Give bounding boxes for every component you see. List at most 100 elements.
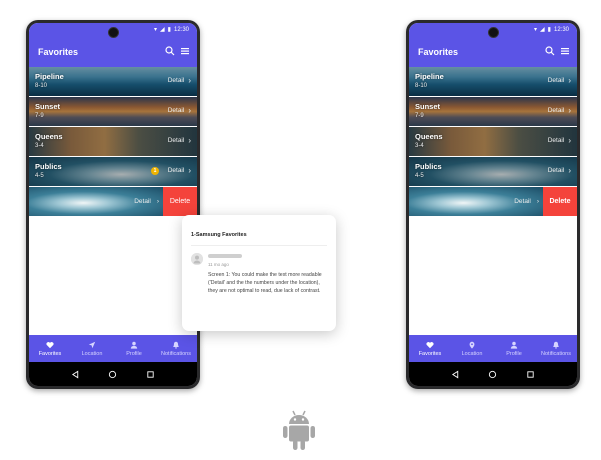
nav-notifications[interactable]: Notifications (535, 335, 577, 362)
item-numbers: 4-5 (35, 173, 44, 179)
chevron-right-icon: › (568, 165, 571, 175)
signal-icon: ◢ (540, 27, 545, 33)
bell-icon (173, 341, 179, 349)
list-item-queens[interactable]: Queens 3-4 Detail › (29, 127, 197, 156)
delete-button[interactable]: Delete (163, 187, 197, 216)
comment-badge[interactable]: 1 (151, 167, 159, 175)
list-item-pipeline[interactable]: Pipeline 8-10 Detail › (409, 67, 577, 96)
favorites-list: Pipeline 8-10 Detail › Sunset 7-9 Detail ›… (29, 67, 197, 216)
list-item-sunset[interactable]: Sunset 7-9 Detail › (29, 97, 197, 126)
search-icon[interactable] (165, 46, 175, 56)
nav-label: Location (461, 350, 483, 357)
android-robot-icon (283, 410, 315, 450)
detail-label: Detail (167, 137, 185, 144)
detail-label: Detail (547, 167, 565, 174)
chevron-right-icon: › (536, 198, 539, 205)
chevron-right-icon: › (568, 135, 571, 145)
back-icon[interactable] (71, 370, 80, 379)
detail-label: Detail (167, 77, 185, 84)
chevron-right-icon: › (188, 165, 191, 175)
item-numbers: 8-10 (35, 83, 48, 89)
delete-button[interactable]: Delete (543, 187, 577, 216)
battery-icon: ▮ (547, 27, 551, 33)
list-item-swiped[interactable]: Detail › Delete (409, 187, 577, 216)
app-bar: ▾ ◢ ▮ 12:30 Favorites (29, 23, 197, 67)
chevron-right-icon: › (156, 198, 159, 205)
back-icon[interactable] (451, 370, 460, 379)
nav-label: Favorites (418, 350, 442, 357)
menu-icon[interactable] (180, 46, 190, 56)
nav-profile[interactable]: Profile (493, 335, 535, 362)
item-name: Queens (35, 132, 63, 141)
list-item-queens[interactable]: Queens 3-4 Detail › (409, 127, 577, 156)
profile-icon (510, 341, 518, 349)
location-icon (88, 341, 96, 348)
nav-favorites[interactable]: Favorites (29, 335, 71, 362)
recents-icon[interactable] (146, 370, 155, 379)
item-name: Pipeline (415, 72, 444, 81)
comment-title: 1-Samsung Favorites (191, 232, 247, 238)
nav-label: Location (81, 350, 103, 357)
nav-label: Notifications (541, 350, 571, 357)
front-camera (108, 27, 119, 38)
phone-mockup-right: ▾ ◢ ▮ 12:30 Favorites Pipeline 8-10 Deta… (406, 20, 580, 389)
page-title: Favorites (38, 47, 79, 57)
recents-icon[interactable] (526, 370, 535, 379)
battery-icon: ▮ (167, 27, 171, 33)
nav-label: Favorites (38, 350, 62, 357)
detail-link[interactable]: Detail › (167, 136, 191, 144)
detail-link[interactable]: Detail › (514, 198, 539, 205)
nav-favorites[interactable]: Favorites (409, 335, 451, 362)
item-numbers: 3-4 (35, 143, 44, 149)
nav-location[interactable]: Location (451, 335, 493, 362)
android-logo (282, 408, 316, 452)
comment-card[interactable]: 1-Samsung Favorites 11 mo ago Screen 1: … (182, 215, 336, 331)
menu-icon[interactable] (560, 46, 570, 56)
item-numbers: 4-5 (415, 173, 424, 179)
home-icon[interactable] (488, 370, 497, 379)
detail-label: Detail (547, 77, 565, 84)
bottom-navigation: Favorites Location Profile Notifications (409, 335, 577, 362)
detail-link[interactable]: Detail › (548, 135, 571, 145)
user-avatar-icon (191, 253, 203, 265)
nav-notifications[interactable]: Notifications (155, 335, 197, 362)
detail-link[interactable]: Detail › (548, 106, 571, 114)
nav-location[interactable]: Location (71, 335, 113, 362)
detail-link[interactable]: Detail › (167, 76, 191, 84)
comment-author-redacted (208, 254, 242, 258)
nav-label: Notifications (161, 350, 191, 357)
item-numbers: 3-4 (415, 143, 424, 149)
front-camera (488, 27, 499, 38)
favorites-list: Pipeline 8-10 Detail › Sunset 7-9 Detail ›… (409, 67, 577, 216)
status-time: 12:30 (173, 27, 189, 33)
phone-screen: ▾ ◢ ▮ 12:30 Favorites Pipeline 8-10 Deta… (409, 23, 577, 386)
bottom-navigation: Favorites Location Profile Notifications (29, 335, 197, 362)
detail-link[interactable]: Detail › (134, 198, 159, 205)
comment-time: 11 mo ago (208, 262, 229, 267)
heart-icon (46, 341, 54, 348)
detail-link[interactable]: Detail › (168, 105, 191, 115)
divider (191, 245, 327, 246)
detail-link[interactable]: Detail › (547, 165, 571, 175)
signal-icon: ◢ (160, 27, 165, 33)
detail-link[interactable]: Detail › (168, 165, 191, 175)
list-item-sunset[interactable]: Sunset 7-9 Detail › (409, 97, 577, 126)
detail-link[interactable]: Detail › (547, 75, 571, 85)
nav-profile[interactable]: Profile (113, 335, 155, 362)
item-name: Publics (35, 162, 62, 171)
app-bar: ▾ ◢ ▮ 12:30 Favorites (409, 23, 577, 67)
list-item-pipeline[interactable]: Pipeline 8-10 Detail › (29, 67, 197, 96)
list-item-swiped[interactable]: Detail › Delete (29, 187, 197, 216)
list-item-publics[interactable]: Publics 4-5 Detail › (409, 157, 577, 186)
chevron-right-icon: › (188, 105, 191, 115)
home-icon[interactable] (108, 370, 117, 379)
system-navigation-bar (409, 362, 577, 386)
phone-mockup-left: ▾ ◢ ▮ 12:30 Favorites Pipeline 8-10 Deta… (26, 20, 200, 389)
search-icon[interactable] (545, 46, 555, 56)
list-item-publics[interactable]: Publics 4-5 1 Detail › (29, 157, 197, 186)
phone-screen: ▾ ◢ ▮ 12:30 Favorites Pipeline 8-10 Deta… (29, 23, 197, 386)
item-name: Sunset (415, 102, 441, 111)
chevron-right-icon: › (568, 75, 571, 85)
profile-icon (130, 341, 138, 349)
wifi-icon: ▾ (534, 27, 538, 33)
